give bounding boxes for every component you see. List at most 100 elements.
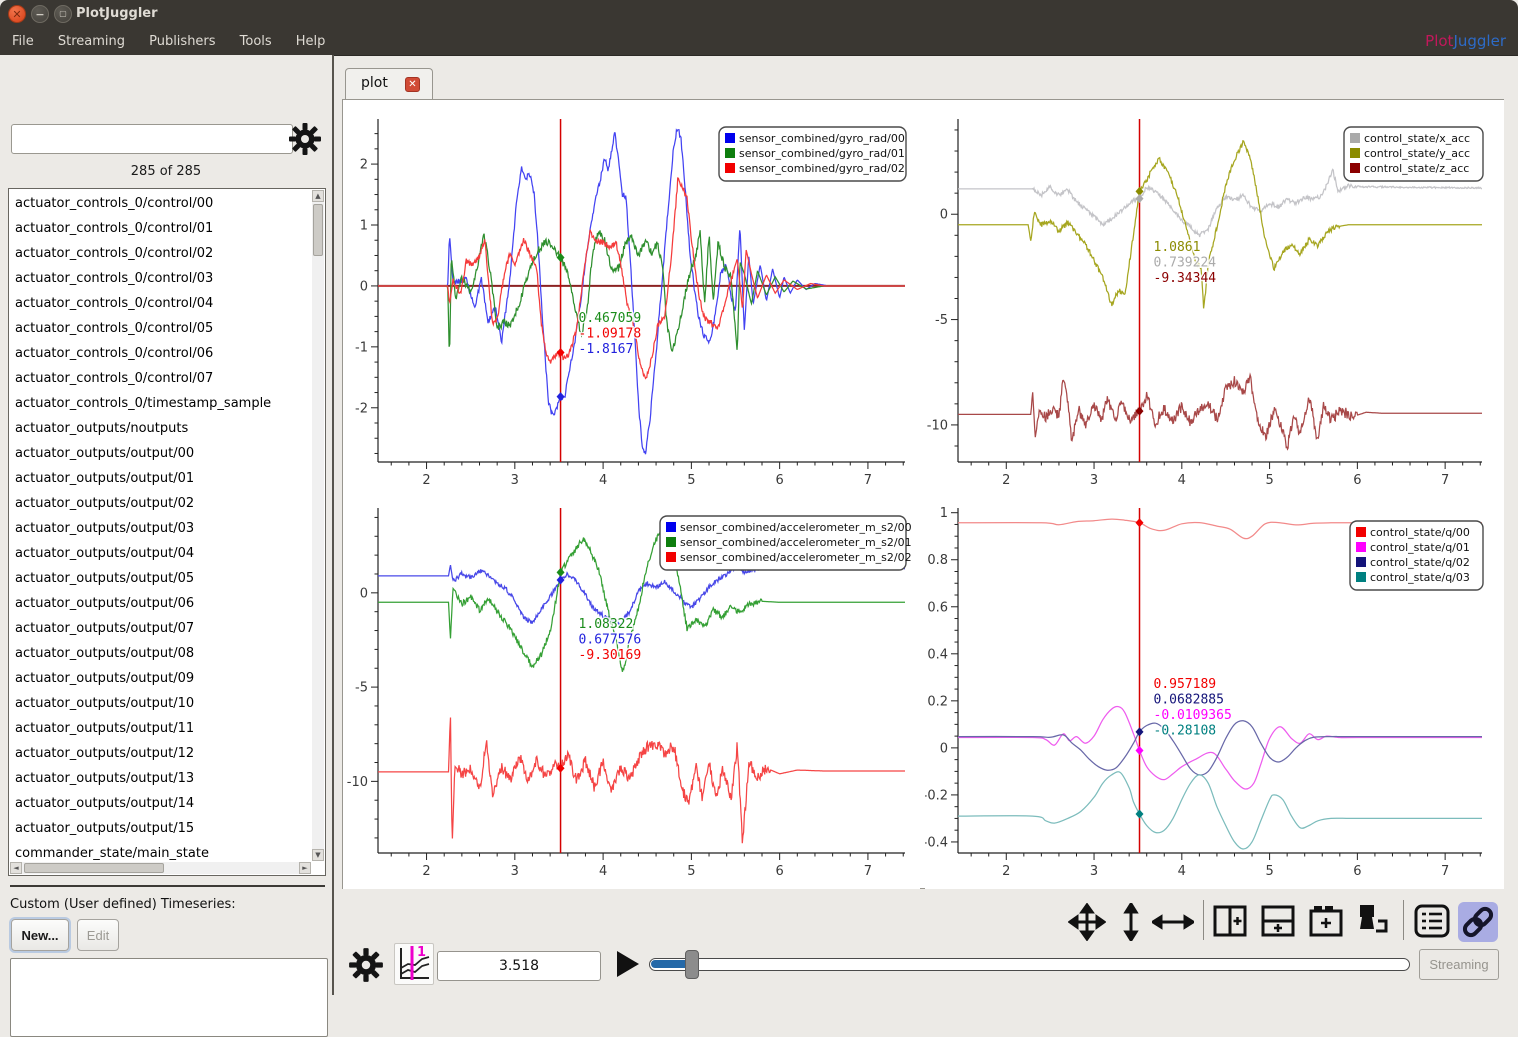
legend-entry[interactable]: sensor_combined/gyro_rad/01: [725, 147, 905, 160]
menu-streaming[interactable]: Streaming: [58, 28, 125, 55]
add-column-button[interactable]: [1212, 903, 1248, 941]
list-item[interactable]: actuator_outputs/output/04: [9, 541, 312, 566]
legend-label: sensor_combined/accelerometer_m_s2/02: [680, 551, 912, 564]
link-axes-button[interactable]: [1458, 902, 1498, 942]
scroll-up-icon[interactable]: ▲: [312, 190, 324, 202]
menu-publishers[interactable]: Publishers: [149, 28, 215, 55]
hscroll-thumb[interactable]: [24, 863, 164, 873]
legend-entry[interactable]: control_state/x_acc: [1350, 132, 1470, 145]
panel-separator[interactable]: [332, 55, 334, 995]
list-item[interactable]: actuator_outputs/output/02: [9, 491, 312, 516]
custom-timeseries-list[interactable]: [10, 958, 328, 1037]
list-item[interactable]: actuator_controls_0/control/04: [9, 291, 312, 316]
new-custom-timeseries-button[interactable]: New...: [11, 919, 69, 951]
chart-accelerometer[interactable]: 2345670-5-101.083220.677576-9.30169senso…: [343, 489, 920, 889]
minimize-window-icon[interactable]: −: [31, 5, 49, 23]
legend-entry[interactable]: control_state/q/03: [1356, 571, 1470, 584]
legend-entry[interactable]: control_state/y_acc: [1350, 147, 1470, 160]
chart-gyro[interactable]: 234567-2-10120.467059-1.09178-1.8167sens…: [343, 100, 920, 489]
x-tick-label: 7: [1441, 864, 1449, 879]
add-row-button[interactable]: [1260, 903, 1296, 941]
list-item[interactable]: actuator_controls_0/control/07: [9, 366, 312, 391]
legend-swatch: [1356, 527, 1366, 537]
tracker-time-input[interactable]: [437, 951, 601, 981]
chart-control_acc[interactable]: 2345670-5-101.08610.739224-9.34344contro…: [925, 100, 1504, 489]
legend-entry[interactable]: sensor_combined/gyro_rad/02: [725, 162, 905, 175]
menu-help[interactable]: Help: [296, 28, 326, 55]
legend-toggle-button[interactable]: [1412, 903, 1452, 941]
legend-swatch: [1356, 557, 1366, 567]
menu-file[interactable]: File: [12, 28, 34, 55]
vscroll-thumb[interactable]: [313, 204, 323, 256]
edit-custom-timeseries-button[interactable]: Edit: [77, 919, 119, 951]
y-tick-label: -5: [935, 313, 948, 328]
menu-tools[interactable]: Tools: [240, 28, 272, 55]
list-item[interactable]: actuator_controls_0/control/06: [9, 341, 312, 366]
chart-quaternion[interactable]: 23456710.80.60.40.20-0.2-0.40.9571890.06…: [925, 489, 1504, 889]
time-slider[interactable]: [649, 958, 1410, 971]
zoom-horizontal-button[interactable]: [1152, 903, 1194, 941]
list-item[interactable]: actuator_outputs/noutputs: [9, 416, 312, 441]
list-item[interactable]: actuator_outputs/output/13: [9, 766, 312, 791]
list-item[interactable]: actuator_controls_0/control/05: [9, 316, 312, 341]
list-item[interactable]: actuator_outputs/output/01: [9, 466, 312, 491]
list-item[interactable]: actuator_controls_0/control/02: [9, 241, 312, 266]
list-item[interactable]: actuator_outputs/output/15: [9, 816, 312, 841]
legend-entry[interactable]: control_state/q/01: [1356, 541, 1470, 554]
timeseries-list[interactable]: actuator_controls_0/control/00actuator_c…: [8, 188, 326, 876]
split-column-icon: [1212, 903, 1248, 939]
legend-entry[interactable]: sensor_combined/accelerometer_m_s2/02: [666, 551, 912, 564]
close-window-icon[interactable]: ✕: [8, 5, 26, 23]
legend-entry[interactable]: control_state/q/02: [1356, 556, 1470, 569]
maximize-window-icon[interactable]: ▢: [54, 5, 72, 23]
list-item[interactable]: actuator_outputs/output/03: [9, 516, 312, 541]
zoom-vertical-button[interactable]: [1118, 903, 1144, 941]
time-slider-handle[interactable]: [685, 950, 699, 979]
vertical-scrollbar[interactable]: ▲ ▼: [312, 190, 324, 861]
scroll-down-icon[interactable]: ▼: [312, 849, 324, 861]
list-item[interactable]: actuator_outputs/output/12: [9, 741, 312, 766]
scroll-left-icon[interactable]: ◄: [10, 862, 22, 874]
x-tick-label: 6: [1353, 473, 1361, 488]
chart-legend: sensor_combined/gyro_rad/00 sensor_combin…: [719, 127, 906, 181]
list-item[interactable]: actuator_controls_0/control/00: [9, 191, 312, 216]
tracker-value-annotation: 0.0682885: [1154, 693, 1224, 708]
pan-zoom-button[interactable]: [1068, 903, 1106, 941]
new-tab-icon: [1308, 903, 1344, 939]
list-item[interactable]: actuator_controls_0/control/03: [9, 266, 312, 291]
list-item[interactable]: actuator_outputs/output/06: [9, 591, 312, 616]
horizontal-scrollbar[interactable]: ◄ ►: [10, 862, 311, 874]
list-item[interactable]: actuator_outputs/output/09: [9, 666, 312, 691]
legend-entry[interactable]: control_state/q/00: [1356, 526, 1470, 539]
scroll-right-icon[interactable]: ►: [299, 862, 311, 874]
series-control-state-z-acc: [958, 375, 1482, 449]
legend-entry[interactable]: sensor_combined/accelerometer_m_s2/01: [666, 536, 912, 549]
list-item[interactable]: actuator_outputs/output/08: [9, 641, 312, 666]
list-item[interactable]: actuator_controls_0/control/01: [9, 216, 312, 241]
list-item[interactable]: actuator_outputs/output/11: [9, 716, 312, 741]
chart-legend: control_state/x_acc control_state/y_accco…: [1344, 127, 1483, 181]
list-item[interactable]: actuator_controls_0/timestamp_sample: [9, 391, 312, 416]
clear-buffer-button[interactable]: [1352, 903, 1394, 941]
streaming-button[interactable]: Streaming: [1419, 949, 1499, 980]
legend-entry[interactable]: sensor_combined/gyro_rad/00: [725, 132, 905, 145]
gear-icon: [287, 121, 323, 157]
search-settings-gear-icon[interactable]: [286, 121, 324, 157]
search-input[interactable]: [11, 124, 293, 154]
list-item[interactable]: actuator_outputs/output/10: [9, 691, 312, 716]
play-button[interactable]: [611, 948, 643, 980]
list-item[interactable]: actuator_outputs/output/00: [9, 441, 312, 466]
legend-label: control_state/q/03: [1370, 571, 1470, 584]
add-tab-button[interactable]: [1308, 903, 1344, 941]
playback-settings-gear-icon[interactable]: [347, 946, 385, 984]
list-item[interactable]: actuator_outputs/output/07: [9, 616, 312, 641]
time-tracker-ratio-button[interactable]: 1: [394, 943, 434, 985]
legend-entry[interactable]: control_state/z_acc: [1350, 162, 1469, 175]
list-item[interactable]: actuator_outputs/output/05: [9, 566, 312, 591]
tab-close-icon[interactable]: ✕: [405, 77, 420, 92]
list-item[interactable]: actuator_outputs/output/14: [9, 791, 312, 816]
legend-swatch: [1356, 542, 1366, 552]
legend-entry[interactable]: sensor_combined/accelerometer_m_s2/00: [666, 521, 912, 534]
legend-swatch: [1350, 133, 1360, 143]
tab-plot[interactable]: plot ✕: [345, 68, 433, 100]
